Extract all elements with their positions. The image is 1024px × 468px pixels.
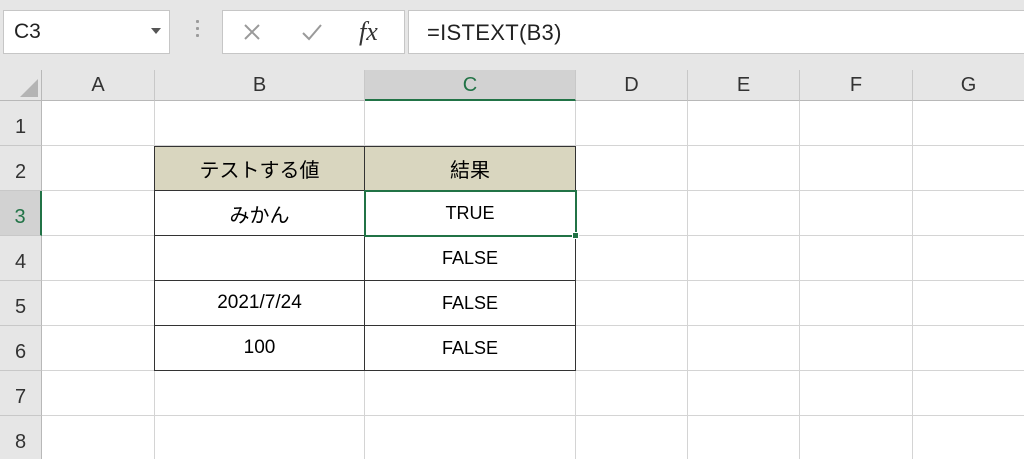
row-header-2[interactable]: 2 [0, 146, 42, 191]
row-header-7[interactable]: 7 [0, 371, 42, 416]
table-cell-b3[interactable]: みかん [155, 191, 365, 236]
column-header-a[interactable]: A [42, 70, 155, 101]
column-header-f[interactable]: F [800, 70, 913, 101]
row-header-8[interactable]: 8 [0, 416, 42, 459]
fill-handle[interactable] [572, 232, 579, 239]
column-header-d[interactable]: D [576, 70, 688, 101]
column-header-b[interactable]: B [155, 70, 365, 101]
table-cell-b6[interactable]: 100 [155, 326, 365, 371]
row-header-5[interactable]: 5 [0, 281, 42, 326]
table-cell-c6[interactable]: FALSE [365, 326, 576, 371]
table-header-value[interactable]: テストする値 [155, 147, 365, 191]
formula-text: =ISTEXT(B3) [427, 20, 562, 45]
table-cell-c5[interactable]: FALSE [365, 281, 576, 326]
formula-input[interactable]: =ISTEXT(B3) [408, 10, 1024, 54]
formula-tools: fx [222, 10, 405, 54]
formula-bar-area: C3 fx =ISTEXT(B3) [0, 0, 1024, 70]
row-header-4[interactable]: 4 [0, 236, 42, 281]
gridline [42, 415, 1024, 416]
row-header-3[interactable]: 3 [0, 191, 42, 236]
row-header-1[interactable]: 1 [0, 101, 42, 146]
table-cell-c4[interactable]: FALSE [365, 236, 576, 281]
name-box[interactable]: C3 [3, 10, 170, 54]
table-cell-b4[interactable] [155, 236, 365, 281]
select-all-icon[interactable] [0, 70, 42, 101]
active-cell-selection[interactable] [364, 190, 577, 237]
enter-icon[interactable] [300, 21, 324, 43]
fx-icon[interactable]: fx [359, 17, 378, 47]
gridline [42, 145, 1024, 146]
column-header-g[interactable]: G [913, 70, 1024, 101]
table-header-result[interactable]: 結果 [365, 147, 576, 191]
row-header-6[interactable]: 6 [0, 326, 42, 371]
kebab-icon[interactable] [196, 20, 200, 40]
column-header-c[interactable]: C [365, 70, 576, 101]
cancel-icon[interactable] [241, 21, 263, 43]
name-box-value: C3 [14, 20, 41, 43]
table-cell-b5[interactable]: 2021/7/24 [155, 281, 365, 326]
dropdown-arrow-icon[interactable] [151, 28, 161, 34]
column-header-e[interactable]: E [688, 70, 800, 101]
